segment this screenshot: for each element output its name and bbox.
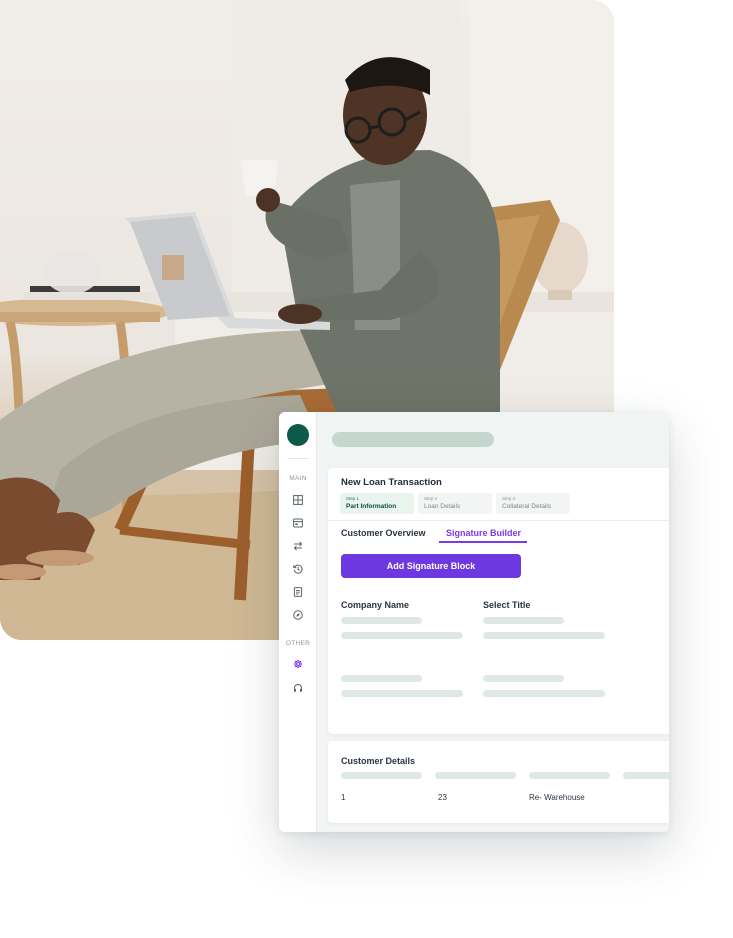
sidebar: MAIN OTHER (279, 412, 317, 832)
grid-icon[interactable] (289, 491, 307, 509)
skeleton-header (341, 772, 422, 779)
compass-icon[interactable] (289, 606, 307, 624)
skeleton-header (435, 772, 516, 779)
customer-details-panel: Customer Details 1 23 Re- Warehouse (328, 741, 669, 823)
document-icon[interactable] (289, 583, 307, 601)
transfer-icon[interactable] (289, 537, 307, 555)
brand-logo[interactable] (287, 424, 309, 446)
column-company-name: Company Name (341, 600, 410, 610)
table-cell: Re- Warehouse (529, 793, 585, 802)
page-title: New Loan Transaction (341, 477, 442, 488)
loan-transaction-panel: New Loan Transaction Step 1 Part Informa… (328, 468, 669, 734)
panel-divider (328, 520, 669, 521)
table-cell: 1 (341, 793, 346, 802)
step-collateral-details[interactable]: Step 3 Collateral Details (496, 493, 570, 514)
skeleton-header (623, 772, 669, 779)
search-placeholder-bar[interactable] (332, 432, 494, 447)
column-select-title: Select Title (483, 600, 531, 610)
headset-icon[interactable] (289, 679, 307, 697)
skeleton-line (483, 617, 564, 624)
step-part-information[interactable]: Step 1 Part Information (340, 493, 414, 514)
skeleton-line (483, 675, 564, 682)
skeleton-line (341, 675, 422, 682)
step-label: Part Information (346, 503, 397, 510)
active-tab-indicator (439, 541, 527, 543)
skeleton-line (341, 690, 463, 697)
step-label: Collateral Details (502, 503, 552, 510)
skeleton-line (483, 690, 605, 697)
app-window: MAIN OTHER New Loan Transaction Step 1 P… (279, 412, 669, 832)
skeleton-line (341, 617, 422, 624)
section-title: Customer Details (341, 756, 416, 766)
add-signature-block-button[interactable]: Add Signature Block (341, 554, 521, 578)
card-icon[interactable] (289, 514, 307, 532)
top-bar (317, 412, 669, 468)
sidebar-section-other: OTHER (285, 640, 311, 647)
tab-signature-builder[interactable]: Signature Builder (446, 528, 521, 538)
gear-icon[interactable] (289, 655, 307, 673)
skeleton-line (483, 632, 605, 639)
tab-customer-overview[interactable]: Customer Overview (341, 528, 426, 538)
sidebar-section-main: MAIN (289, 475, 307, 482)
skeleton-line (341, 632, 463, 639)
step-loan-details[interactable]: Step 2 Loan Details (418, 493, 492, 514)
history-icon[interactable] (289, 560, 307, 578)
skeleton-header (529, 772, 610, 779)
step-label: Loan Details (424, 503, 461, 510)
table-cell: 23 (438, 793, 447, 802)
sidebar-divider (287, 458, 309, 459)
